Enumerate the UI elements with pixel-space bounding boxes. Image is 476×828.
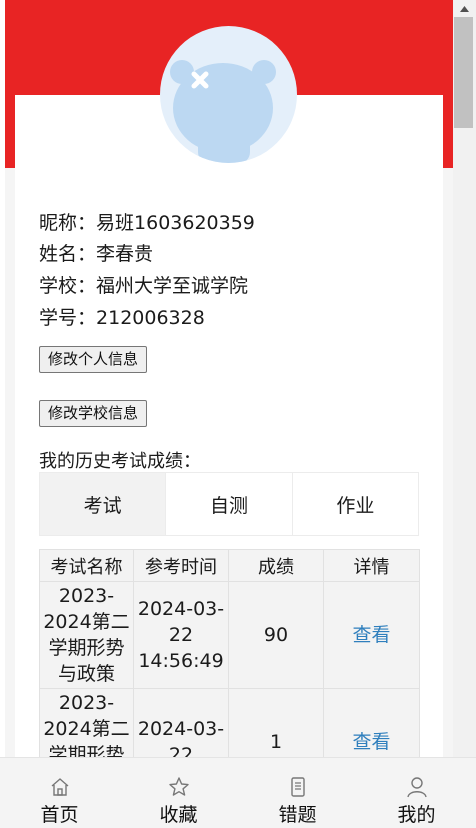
- home-icon: [51, 778, 68, 796]
- school-value: 福州大学至诚学院: [96, 275, 249, 297]
- nickname-row: 昵称：易班1603620359: [39, 211, 255, 235]
- student-id-row: 学号：212006328: [39, 306, 205, 330]
- document-icon: [290, 777, 305, 797]
- nav-label: 错题: [278, 804, 317, 826]
- table-header-row: 考试名称 参考时间 成绩 详情: [39, 549, 420, 582]
- nav-item-mine[interactable]: 我的: [357, 758, 476, 828]
- nav-item-mistakes[interactable]: 错题: [238, 758, 357, 828]
- star-icon: [168, 777, 189, 796]
- exam-detail-cell: 查看: [323, 581, 420, 689]
- exam-name-cell: 2023-2024第二学期形势与政策: [39, 581, 134, 689]
- tab-homework[interactable]: 作业: [293, 473, 418, 535]
- nav-item-favorites[interactable]: 收藏: [119, 758, 238, 828]
- student-id-value: 212006328: [96, 307, 205, 329]
- page: 昵称：易班1603620359 姓名：李春贵 学校：福州大学至诚学院 学号：21…: [5, 0, 453, 827]
- exam-score-cell: 90: [228, 581, 324, 689]
- name-value: 李春贵: [96, 243, 154, 265]
- tab-self-test[interactable]: 自测: [166, 473, 293, 535]
- exam-time-cell: 2024-03-22 14:56:49: [133, 581, 229, 689]
- nickname-label: 昵称：: [39, 212, 97, 234]
- table-row: 2023-2024第二学期形势与政策 2024-03-22 14:56:49 9…: [39, 581, 420, 689]
- student-id-label: 学号：: [39, 307, 97, 329]
- scrollbar[interactable]: [453, 0, 476, 757]
- school-row: 学校：福州大学至诚学院: [39, 274, 248, 298]
- column-header: 成绩: [228, 549, 324, 582]
- scrollbar-thumb[interactable]: [454, 17, 473, 128]
- tab-exam[interactable]: 考试: [40, 473, 167, 535]
- column-header: 考试名称: [39, 549, 134, 582]
- avatar[interactable]: [160, 26, 297, 163]
- name-row: 姓名：李春贵: [39, 242, 153, 266]
- history-title: 我的历史考试成绩：: [39, 451, 201, 472]
- nav-label: 收藏: [159, 804, 198, 826]
- nav-label: 首页: [40, 804, 79, 826]
- user-icon: [406, 777, 427, 798]
- nav-item-home[interactable]: 首页: [0, 758, 119, 828]
- view-detail-link[interactable]: 查看: [352, 624, 390, 646]
- column-header: 参考时间: [133, 549, 229, 582]
- view-detail-link[interactable]: 查看: [352, 731, 390, 753]
- nav-label: 我的: [397, 804, 436, 826]
- avatar-bear-icon: [170, 60, 276, 163]
- scroll-up-arrow-icon[interactable]: [453, 0, 476, 17]
- name-label: 姓名：: [39, 243, 97, 265]
- history-tabs: 考试 自测 作业: [39, 472, 419, 536]
- edit-personal-info-button[interactable]: 修改个人信息: [39, 346, 148, 373]
- nickname-value: 易班1603620359: [96, 212, 255, 234]
- edit-school-info-button[interactable]: 修改学校信息: [39, 400, 148, 427]
- bottom-navigation: 首页 收藏 错题 我的: [0, 757, 476, 828]
- school-label: 学校：: [39, 275, 97, 297]
- column-header: 详情: [323, 549, 420, 582]
